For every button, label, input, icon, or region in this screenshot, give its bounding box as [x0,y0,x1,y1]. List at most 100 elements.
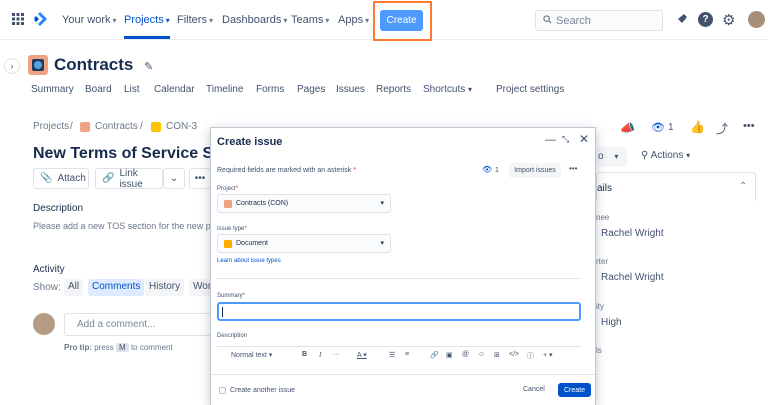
like-icon[interactable]: 👍 [690,120,705,134]
pro-tip: Pro tip: press M to comment [64,343,173,352]
learn-issue-types-link[interactable]: Learn about issue types [217,258,281,264]
more-icon: ••• [194,173,206,184]
actions-button[interactable]: ⚲ Actions ▾ [641,150,690,161]
assignee-value[interactable]: Rachel Wright [601,228,664,239]
code-icon[interactable]: </> [509,351,519,358]
text-color-icon[interactable]: A ▾ [357,351,367,359]
link-icon: 🔗 [102,173,115,184]
tab-project-settings[interactable]: Project settings [496,84,564,95]
tab-list[interactable]: List [124,84,140,95]
link-issue-button[interactable]: 🔗 Link issue [95,168,163,190]
numbered-list-icon[interactable]: ≡ [405,351,409,358]
description-text[interactable]: Please add a new TOS section for the new… [33,221,214,231]
modal-create-button[interactable]: Create [558,383,591,397]
priority-label: ity [596,302,604,311]
image-icon[interactable]: ▣ [446,351,453,359]
settings-gear-icon[interactable]: ⚙ [722,11,735,29]
activity-tab-history[interactable]: History [145,279,185,296]
divider [217,278,581,279]
attachment-icon: 📎 [40,173,53,184]
fullscreen-icon[interactable]: ⤡ [562,134,569,145]
sidebar-expand-button[interactable]: › [4,58,20,74]
help-icon[interactable]: ? [698,12,713,27]
project-select[interactable]: Contracts (CON) ▾ [217,194,391,213]
cancel-button[interactable]: Cancel [523,386,545,393]
feedback-icon[interactable]: 📣 [620,121,635,135]
tab-pages[interactable]: Pages [297,84,325,95]
details-panel-header[interactable]: ails ⌃ [596,172,756,202]
info-icon[interactable]: ⓘ [527,351,534,361]
table-icon[interactable]: ⊞ [494,351,500,359]
nav-your-work[interactable]: Your work ▾ [62,14,117,26]
tab-summary[interactable]: Summary [31,84,74,95]
link-icon[interactable]: 🔗 [430,351,439,359]
bold-icon[interactable]: B [302,351,307,358]
tab-board[interactable]: Board [85,84,112,95]
close-icon[interactable]: ✕ [579,132,589,146]
more-formatting-icon[interactable]: ··· [333,351,340,358]
text-style-dropdown[interactable]: Normal text ▾ [231,351,272,359]
chevron-down-icon: ▾ [380,240,384,247]
tab-timeline[interactable]: Timeline [206,84,243,95]
search-placeholder: Search [556,15,591,27]
more-icon[interactable]: ••• [569,164,577,173]
tab-issues[interactable]: Issues [336,84,365,95]
watch-eye-icon[interactable]: 👁 [651,121,665,134]
import-issues-button[interactable]: Import issues [509,163,561,178]
assignee-label: nee [596,213,610,222]
nav-teams[interactable]: Teams ▾ [291,14,329,26]
project-title: Contracts ✎ [54,55,154,74]
description-label: Description [217,333,248,339]
issue-type-select[interactable]: Document ▾ [217,234,391,253]
watch-eye-icon[interactable]: 👁 [482,165,492,174]
tab-forms[interactable]: Forms [256,84,284,95]
notifications-icon[interactable] [674,13,688,27]
chevron-down-icon: ▾ [380,200,384,207]
activity-tab-comments[interactable]: Comments [88,279,145,296]
minimize-icon[interactable]: — [545,134,556,146]
mention-icon[interactable]: @ [462,351,469,358]
priority-value[interactable]: High [601,317,622,328]
modal-watch-count: 1 [495,167,499,174]
text-cursor [222,307,223,317]
tab-shortcuts[interactable]: Shortcuts ▾ [423,84,472,95]
document-type-icon [151,122,161,132]
breadcrumb-contracts[interactable]: Contracts [95,121,138,132]
emoji-icon[interactable]: ☺ [478,351,485,358]
create-another-label: Create another issue [230,387,295,394]
attach-button[interactable]: 📎 Attach [33,168,89,189]
tab-reports[interactable]: Reports [376,84,411,95]
link-issue-dropdown[interactable]: ⌄ [163,168,185,189]
more-icon[interactable]: ••• [743,120,755,132]
nav-apps[interactable]: Apps ▾ [338,14,369,26]
pin-icon[interactable]: ✎ [144,61,153,73]
status-dropdown[interactable]: o ▾ [596,147,627,167]
issue-type-label: Issue type* [217,226,247,232]
create-button[interactable]: Create [380,10,423,31]
activity-tab-all[interactable]: All [64,279,84,296]
breadcrumb-projects[interactable]: Projects [33,121,69,132]
nav-filters[interactable]: Filters ▾ [177,14,213,26]
share-icon[interactable]: ⤴ [716,120,728,137]
comment-input[interactable]: Add a comment... [64,313,214,336]
italic-icon[interactable]: I [319,351,321,359]
issue-title[interactable]: New Terms of Service Sec [33,145,231,163]
description-heading: Description [33,203,84,214]
tab-calendar[interactable]: Calendar [154,84,195,95]
create-another-checkbox[interactable] [219,387,226,394]
jira-logo-icon[interactable] [33,12,47,26]
more-actions-button[interactable]: ••• [189,168,211,189]
breadcrumb-issue-key[interactable]: CON-3 [166,121,197,132]
search-icon [543,15,552,27]
bullet-list-icon[interactable]: ☰ [389,351,395,359]
summary-input[interactable] [217,302,581,321]
reporter-value[interactable]: Rachel Wright [601,272,664,283]
project-label: Project* [217,186,239,192]
insert-more-icon[interactable]: + ▾ [543,351,553,359]
activity-heading: Activity [33,264,65,275]
search-input[interactable]: Search [535,10,663,31]
nav-projects[interactable]: Projects ▾ [124,14,170,26]
user-avatar[interactable] [748,11,765,28]
app-switcher-icon[interactable] [12,13,24,25]
nav-dashboards[interactable]: Dashboards ▾ [222,14,287,26]
